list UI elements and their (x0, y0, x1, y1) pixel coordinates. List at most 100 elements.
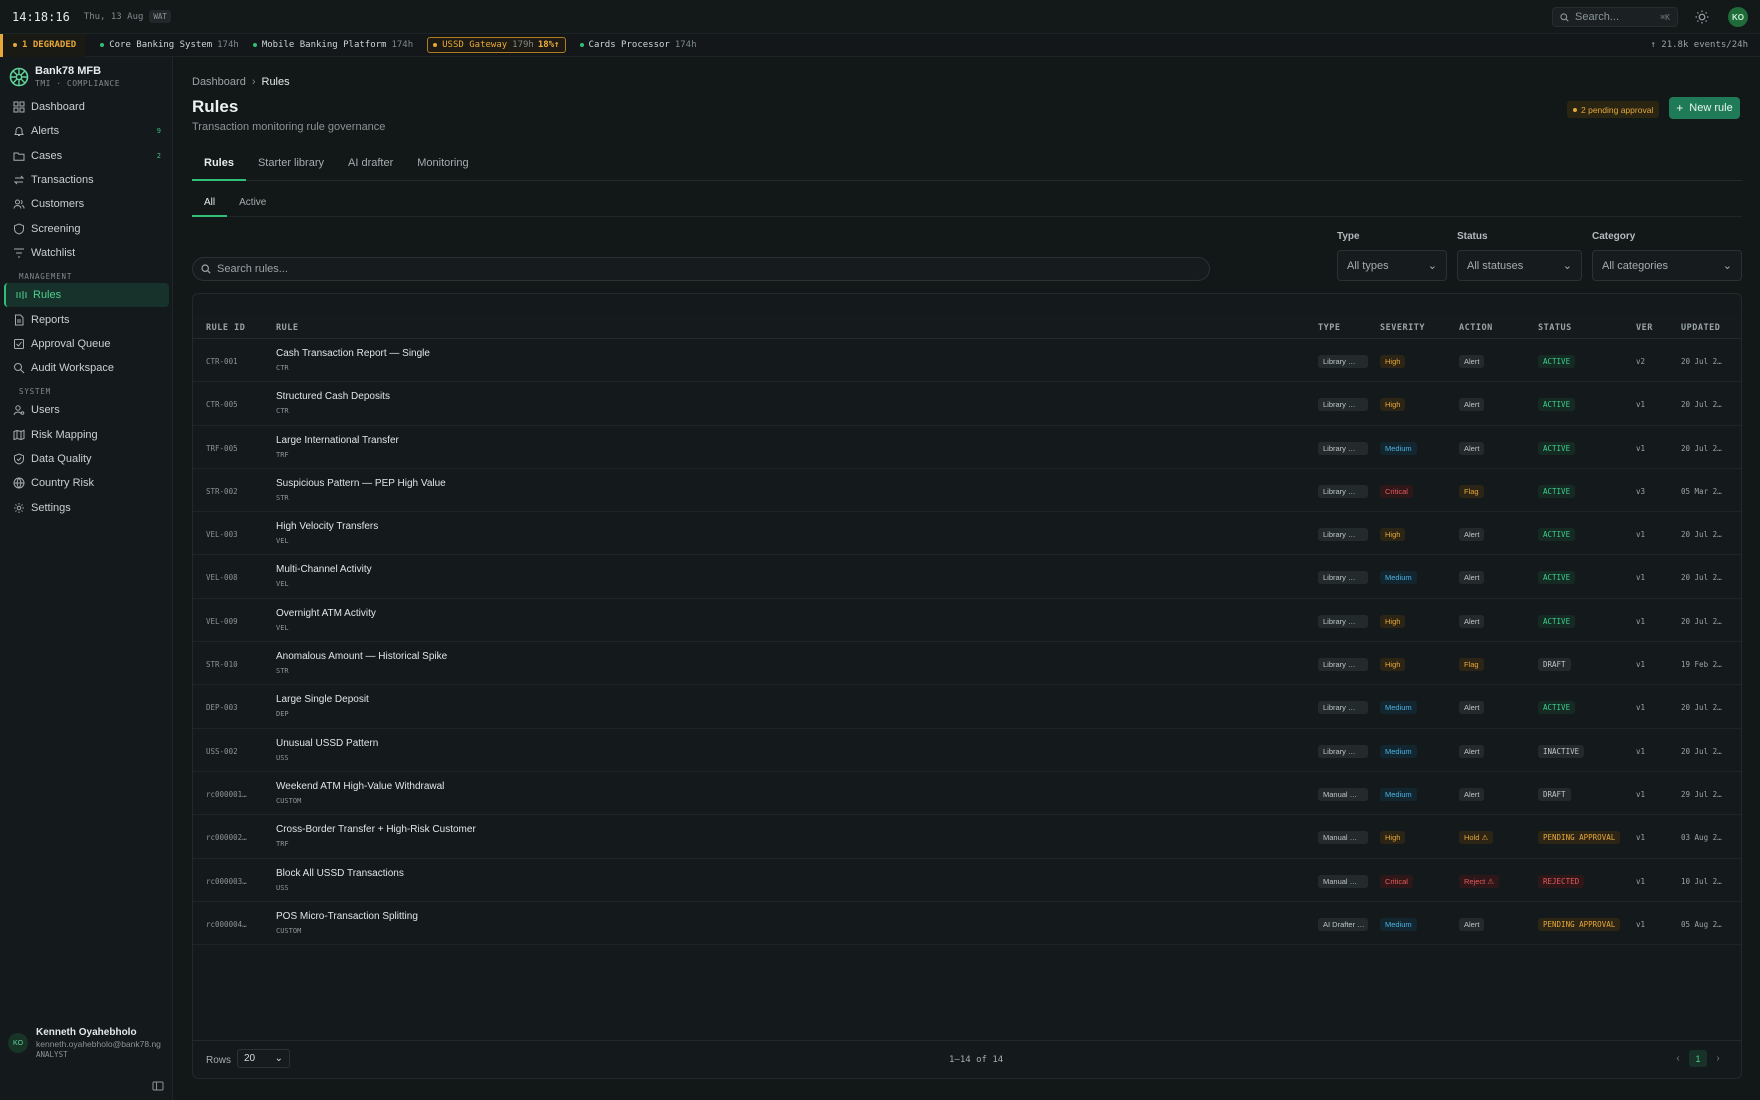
column-header-status[interactable]: STATUS (1538, 323, 1572, 333)
status-dot-icon (579, 43, 584, 47)
service-status-item[interactable]: USSD Gateway 179h 18%↑ (427, 37, 566, 53)
rules-search[interactable] (192, 257, 1210, 281)
rows-per-page-select[interactable]: 20 ⌄ (237, 1049, 290, 1068)
rule-name[interactable]: High Velocity Transfers (276, 521, 378, 532)
column-header-updated[interactable]: UPDATED (1681, 323, 1720, 333)
column-header-rule-id[interactable]: RULE ID (206, 323, 245, 333)
rule-name[interactable]: Cash Transaction Report — Single (276, 348, 430, 359)
degraded-indicator[interactable]: 1 DEGRADED (0, 33, 87, 57)
theme-toggle-sun-icon[interactable] (1694, 9, 1710, 25)
sidebar-item-reports[interactable]: Reports (0, 307, 173, 331)
column-header-severity[interactable]: SEVERITY (1380, 323, 1425, 333)
table-row[interactable]: USS-002 Unusual USSD Pattern USS Library … M… (193, 729, 1741, 772)
sidebar-nav: Dashboard Alerts 9 Cases 2 Transactions Custom… (0, 95, 173, 520)
global-search[interactable]: Search... ⌘K (1552, 7, 1678, 27)
severity-badge: High (1380, 658, 1406, 672)
table-row[interactable]: CTR-001 Cash Transaction Report — Single C… (193, 339, 1741, 383)
subtab-active[interactable]: Active (227, 197, 278, 217)
action-badge: Hold ⚠ (1459, 831, 1494, 845)
sidebar-item-data-quality[interactable]: Data Quality (0, 447, 173, 471)
breadcrumb-dashboard[interactable]: Dashboard (192, 76, 246, 88)
action-badge: Alert (1459, 355, 1485, 368)
table-row[interactable]: rc000002… Cross-Border Transfer + High-Ri… (193, 815, 1741, 859)
rule-name[interactable]: Large International Transfer (276, 435, 399, 446)
table-row[interactable]: STR-010 Anomalous Amount — Historical Spi… (193, 642, 1741, 686)
service-name: USSD Gateway (442, 40, 508, 50)
table-row[interactable]: CTR-005 Structured Cash Deposits CTR Librar… (193, 382, 1741, 426)
rule-name[interactable]: POS Micro-Transaction Splitting (276, 911, 418, 922)
table-row[interactable]: DEP-003 Large Single Deposit DEP Library … M… (193, 685, 1741, 729)
status-filter-select[interactable]: All statuses ⌄ (1457, 250, 1582, 281)
next-page-icon[interactable]: › (1710, 1051, 1726, 1067)
collapse-sidebar-icon[interactable] (152, 1080, 164, 1092)
sidebar-item-transactions[interactable]: Transactions (0, 168, 173, 192)
rule-name[interactable]: Suspicious Pattern — PEP High Value (276, 478, 446, 489)
tab-ai-drafter[interactable]: AI drafter (336, 157, 405, 181)
service-status-item[interactable]: Mobile Banking Platform 174h (252, 40, 413, 50)
rule-name[interactable]: Cross-Border Transfer + High-Risk Custom… (276, 824, 476, 835)
table-row[interactable]: rc000003… Block All USSD Transactions USS M… (193, 859, 1741, 902)
sidebar-item-dashboard[interactable]: Dashboard (0, 95, 173, 119)
sidebar-item-customers[interactable]: Customers (0, 192, 173, 216)
rule-version: v1 (1636, 616, 1646, 626)
type-filter-select[interactable]: All types ⌄ (1337, 250, 1447, 281)
sidebar-item-country-risk[interactable]: Country Risk (0, 471, 173, 495)
column-header-ver[interactable]: VER (1636, 323, 1653, 333)
sidebar-item-cases[interactable]: Cases 2 (0, 144, 173, 168)
sidebar-item-users[interactable]: Users (0, 398, 173, 422)
service-status-item[interactable]: Core Banking System 174h (100, 40, 239, 50)
subtab-all[interactable]: All (192, 197, 228, 217)
column-header-rule[interactable]: RULE (276, 323, 298, 333)
sidebar-item-screening[interactable]: Screening (0, 216, 173, 240)
rule-version: v1 (1636, 573, 1646, 583)
rule-name[interactable]: Large Single Deposit (276, 694, 369, 705)
brand[interactable]: Bank78 MFB TMI · COMPLIANCE (9, 65, 120, 88)
rule-name[interactable]: Multi-Channel Activity (276, 564, 372, 575)
table-row[interactable]: STR-002 Suspicious Pattern — PEP High Val… (193, 469, 1741, 513)
rule-name[interactable]: Block All USSD Transactions (276, 868, 404, 879)
column-header-type[interactable]: TYPE (1318, 323, 1340, 333)
sidebar-item-approval-queue[interactable]: Approval Queue (0, 332, 173, 356)
table-row[interactable]: rc000004… POS Micro-Transaction Splitting… (193, 902, 1741, 946)
sidebar-item-watchlist[interactable]: Watchlist (0, 241, 173, 265)
tab-rules[interactable]: Rules (192, 157, 246, 181)
pending-approval-badge[interactable]: 2 pending approval (1567, 101, 1660, 118)
column-header-action[interactable]: ACTION (1459, 323, 1493, 333)
pagination-count: 1–14 of 14 (949, 1055, 1004, 1065)
tab-starter-library[interactable]: Starter library (246, 157, 336, 181)
users-icon (13, 199, 25, 209)
sidebar-item-label: Reports (31, 313, 70, 326)
page-title: Rules (192, 97, 239, 116)
globe-icon (13, 477, 25, 489)
category-filter-select[interactable]: All categories ⌄ (1592, 250, 1742, 281)
table-row[interactable]: rc000001… Weekend ATM High-Value Withdraw… (193, 772, 1741, 816)
rule-id: TRF-005 (206, 443, 238, 453)
search-shortcut: ⌘K (1660, 12, 1670, 22)
rule-name[interactable]: Unusual USSD Pattern (276, 738, 378, 749)
rule-type-badge: Manual … (1318, 787, 1368, 801)
sidebar-item-audit-workspace[interactable]: Audit Workspace (0, 356, 173, 380)
rule-name[interactable]: Weekend ATM High-Value Withdrawal (276, 781, 444, 792)
status-dot-icon (433, 43, 438, 47)
sidebar-item-rules[interactable]: Rules (4, 283, 169, 308)
rule-name[interactable]: Structured Cash Deposits (276, 391, 390, 402)
new-rule-button[interactable]: + New rule (1669, 97, 1740, 119)
action-badge: Alert (1459, 787, 1485, 801)
table-row[interactable]: TRF-005 Large International Transfer TRF Li… (193, 426, 1741, 469)
rules-search-input[interactable] (217, 263, 1117, 275)
date: Thu, 13 Aug (83, 11, 144, 22)
rule-name[interactable]: Overnight ATM Activity (276, 608, 376, 619)
sidebar-item-alerts[interactable]: Alerts 9 (0, 119, 173, 143)
user-profile[interactable]: KO Kenneth Oyahebholo kenneth.oyahebholo… (8, 1027, 161, 1059)
avatar[interactable]: KO (1728, 7, 1748, 27)
tab-monitoring[interactable]: Monitoring (405, 157, 480, 181)
prev-page-icon[interactable]: ‹ (1670, 1051, 1686, 1067)
sidebar-item-settings[interactable]: Settings (0, 495, 173, 519)
sidebar-item-risk-mapping[interactable]: Risk Mapping (0, 423, 173, 447)
service-status-item[interactable]: Cards Processor 174h (579, 40, 697, 50)
page-number[interactable]: 1 (1689, 1050, 1707, 1067)
rule-name[interactable]: Anomalous Amount — Historical Spike (276, 651, 447, 662)
table-row[interactable]: VEL-003 High Velocity Transfers VEL Library… (193, 512, 1741, 556)
table-row[interactable]: VEL-008 Multi-Channel Activity VEL Library … (193, 555, 1741, 599)
table-row[interactable]: VEL-009 Overnight ATM Activity VEL Library … (193, 599, 1741, 643)
